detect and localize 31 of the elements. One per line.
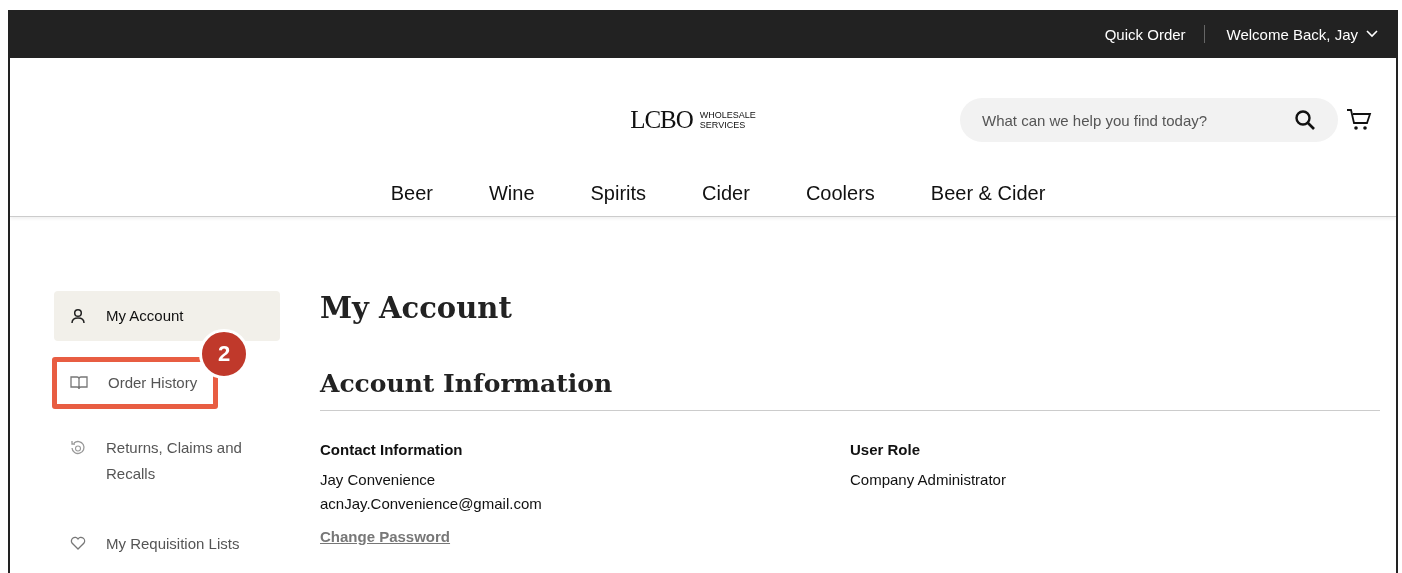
change-password-link[interactable]: Change Password — [320, 528, 451, 545]
chevron-down-icon — [1366, 30, 1378, 38]
logo-text[interactable]: LCBO — [630, 106, 693, 134]
heart-icon — [70, 536, 86, 550]
quick-order-link[interactable]: Quick Order — [1104, 25, 1186, 43]
person-icon — [70, 308, 86, 324]
search-field[interactable]: What can we help you find today? — [960, 98, 1338, 142]
nav-link[interactable]: Cider — [702, 182, 750, 205]
info-text: Jay Convenience — [320, 470, 437, 490]
returns-icon — [70, 440, 86, 456]
section-heading: Account Information — [320, 369, 1380, 411]
logo-subtext: WHOLESALE SERVICES — [699, 110, 756, 130]
nav-link[interactable]: Spirits — [590, 182, 647, 205]
page-title: My Account — [320, 291, 513, 325]
cart-icon[interactable] — [1346, 108, 1372, 132]
nav-link[interactable]: Coolers — [805, 182, 875, 205]
info-text: acnJay.Convenience@gmail.com — [320, 494, 543, 514]
nav-link[interactable]: Beer & Cider — [930, 182, 1046, 205]
nav-link[interactable]: Wine — [488, 182, 535, 205]
step-badge: 2 — [199, 329, 249, 379]
sidebar-item[interactable]: My Requisition Lists — [54, 519, 280, 569]
info-heading: Contact Information — [320, 441, 464, 458]
info-text: Company Administrator — [850, 470, 1007, 490]
sidebar-item[interactable]: Returns, Claims and Recalls — [54, 423, 280, 499]
nav-link[interactable]: Beer — [390, 182, 433, 205]
book-icon — [70, 375, 88, 390]
search-icon[interactable] — [1294, 109, 1316, 131]
info-heading: User Role — [850, 441, 922, 458]
sidebar-item[interactable]: My Account — [54, 291, 280, 341]
account-menu[interactable]: Welcome Back, Jay — [1226, 25, 1378, 43]
search-input[interactable]: What can we help you find today? — [980, 110, 1294, 130]
